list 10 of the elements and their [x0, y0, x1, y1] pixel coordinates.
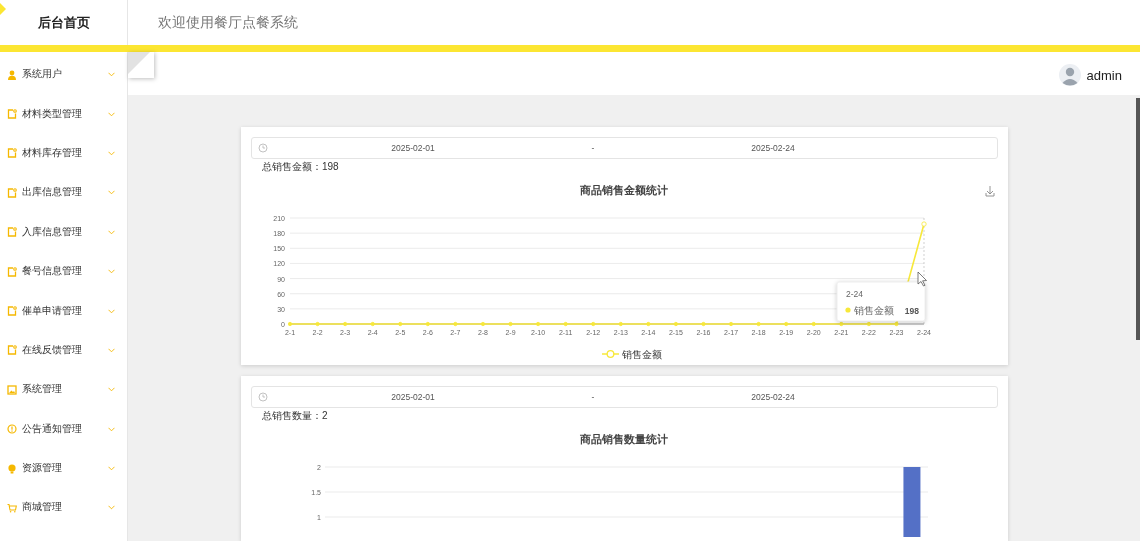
tooltip-value: 198	[904, 306, 919, 316]
brand-title: 后台首页	[37, 13, 90, 32]
chart-title: 商品销售金额统计	[580, 184, 668, 196]
legend-label: 销售金额	[621, 349, 662, 360]
chart-title: 商品销售数量统计	[580, 433, 668, 445]
system-title: 欢迎使用餐厅点餐系统	[158, 13, 298, 32]
summary-text: 总销售金额：198	[262, 160, 340, 173]
tooltip-title: 2-24	[846, 289, 863, 299]
summary-text: 总销售数量：2	[262, 409, 329, 422]
tooltip-label: 销售金额	[854, 305, 894, 316]
